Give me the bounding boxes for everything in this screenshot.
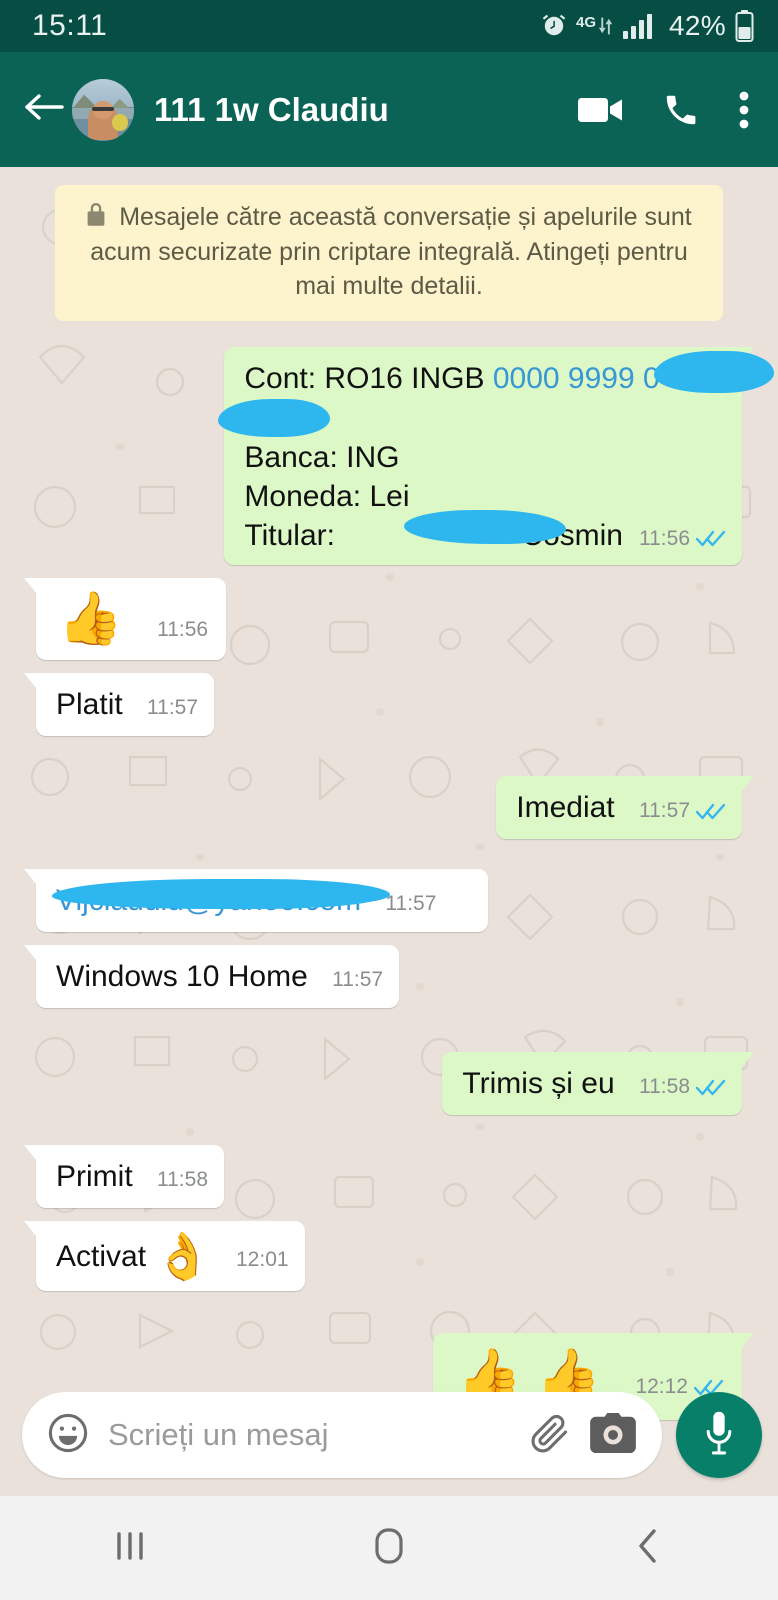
message-line-redacted (244, 398, 726, 438)
message-row: 👍 11:56 (23, 577, 752, 661)
bank-account-label: Cont: RO16 INGB (244, 361, 493, 395)
message-time: 11:57 (147, 696, 199, 720)
message-bubble-primit[interactable]: Primit 11:58 (24, 1145, 224, 1209)
more-vertical-icon[interactable] (738, 90, 750, 130)
page-title[interactable]: 111 1w Claudiu (154, 91, 578, 129)
message-input-container[interactable]: Scrieți un mesaj (22, 1392, 662, 1478)
message-meta: 11:58 (639, 1073, 726, 1100)
message-meta: 11:57 (639, 797, 726, 824)
message-row: Trimis și eu 11:58 (26, 1052, 754, 1116)
read-receipt-icon (696, 1077, 726, 1097)
video-camera-icon[interactable] (578, 93, 624, 127)
message-time: 11:56 (639, 526, 690, 550)
message-input-placeholder[interactable]: Scrieți un mesaj (108, 1417, 510, 1453)
message-line-cont: Cont: RO16 INGB 0000 9999 0 (244, 361, 660, 395)
message-meta: 12:01 (236, 1246, 289, 1273)
message-row: Primit 11:58 (24, 1145, 752, 1209)
titular-suffix: Cosmin (521, 518, 623, 552)
message-bubble-trimis[interactable]: Trimis și eu 11:58 (442, 1052, 754, 1116)
chat-message-area[interactable]: Mesajele către această conversație și ap… (0, 167, 778, 1496)
message-text: Primit (56, 1160, 133, 1194)
message-row: Platit 11:57 (23, 673, 752, 737)
message-meta: 11:57 (332, 966, 383, 993)
titular-label: Titular: (244, 518, 344, 552)
read-receipt-icon (696, 528, 726, 548)
message-bubble-emoji[interactable]: 👍 11:56 (23, 577, 227, 661)
battery-percent-label: 42% (669, 10, 726, 41)
message-row: Activat 👌 12:01 (24, 1221, 752, 1292)
message-list: Mesajele către această conversație și ap… (0, 185, 778, 1420)
message-text: Activat (56, 1240, 155, 1274)
status-clock: 15:11 (32, 9, 108, 42)
home-button[interactable] (329, 1525, 449, 1572)
whatsapp-chat-screen: 15:11 4G 42% 111 1w Claudiu Mesajele căt… (0, 0, 778, 1600)
network-type-label: 4G (576, 14, 597, 31)
avatar[interactable] (72, 78, 134, 141)
message-meta: 11:57 (147, 694, 198, 721)
message-emoji: 👍 (58, 589, 123, 648)
message-bubble-imediat[interactable]: Imediat 11:57 (496, 776, 754, 840)
message-time: 11:56 (157, 617, 209, 641)
back-icon (633, 1525, 663, 1572)
message-time: 12:01 (236, 1248, 289, 1272)
message-meta: 11:57 (385, 890, 436, 917)
bank-account-number[interactable]: 0000 9999 (493, 362, 635, 395)
microphone-icon (702, 1410, 736, 1461)
message-line-titular: Titular: Cosmin 11:56 (244, 516, 726, 555)
encryption-notice-text: Mesajele către această conversație și ap… (90, 203, 692, 300)
status-icons: 4G 42% (541, 10, 754, 42)
recents-icon (113, 1526, 147, 1571)
back-button-nav[interactable] (588, 1525, 708, 1572)
signal-bars-icon (623, 13, 657, 39)
recents-button[interactable] (70, 1526, 190, 1571)
voice-record-button[interactable] (676, 1392, 762, 1478)
status-bar: 15:11 4G 42% (0, 0, 778, 52)
message-bubble-bank-details[interactable]: Cont: RO16 INGB 0000 9999 0 Banca: ING M… (218, 346, 775, 565)
message-meta: 11:56 (639, 525, 726, 552)
camera-icon[interactable] (590, 1412, 636, 1458)
back-button[interactable] (18, 84, 70, 136)
back-arrow-icon (22, 89, 66, 130)
message-bubble-platit[interactable]: Platit 11:57 (23, 673, 215, 737)
message-text: Imediat (516, 791, 615, 825)
message-bubble-activat[interactable]: Activat 👌 12:01 (24, 1221, 305, 1292)
message-row: Vijclaudiu@yahoo.com 11:57 (24, 869, 752, 933)
message-meta: 11:56 (157, 616, 208, 643)
message-text: Windows 10 Home (56, 960, 308, 994)
message-text: Trimis și eu (462, 1067, 615, 1101)
message-row: Cont: RO16 INGB 0000 9999 0 Banca: ING M… (26, 346, 775, 565)
paperclip-icon[interactable] (528, 1411, 572, 1460)
message-time: 11:58 (157, 1168, 208, 1192)
message-row: Imediat 11:57 (26, 776, 754, 840)
encryption-notice[interactable]: Mesajele către această conversație și ap… (55, 185, 723, 321)
smiley-icon[interactable] (46, 1411, 90, 1460)
message-line-banca: Banca: ING (244, 440, 400, 474)
lock-icon (86, 203, 106, 236)
message-time: 11:57 (385, 892, 437, 916)
chat-header: 111 1w Claudiu (0, 52, 778, 167)
android-navigation-bar (0, 1496, 778, 1600)
header-actions (578, 90, 756, 130)
home-icon (371, 1525, 407, 1572)
message-bubble-email[interactable]: Vijclaudiu@yahoo.com 11:57 (24, 869, 488, 933)
message-time: 11:57 (332, 968, 384, 992)
message-emoji: 👌 (154, 1230, 212, 1283)
message-input-bar: Scrieți un mesaj (0, 1392, 778, 1496)
message-time: 11:57 (639, 799, 690, 823)
message-time: 11:58 (639, 1075, 690, 1099)
message-text: Platit (56, 688, 123, 722)
message-link-email[interactable]: Vijclaudiu@yahoo.com (56, 884, 361, 917)
message-line-moneda: Moneda: Lei (244, 479, 410, 513)
message-row: Windows 10 Home 11:57 (23, 945, 752, 1009)
alarm-clock-icon (541, 13, 567, 39)
read-receipt-icon (696, 801, 726, 821)
network-type-icon: 4G (576, 14, 614, 38)
phone-icon[interactable] (662, 91, 700, 129)
message-meta: 11:58 (157, 1166, 208, 1193)
battery-icon (735, 10, 754, 42)
message-bubble-windows[interactable]: Windows 10 Home 11:57 (23, 945, 400, 1009)
